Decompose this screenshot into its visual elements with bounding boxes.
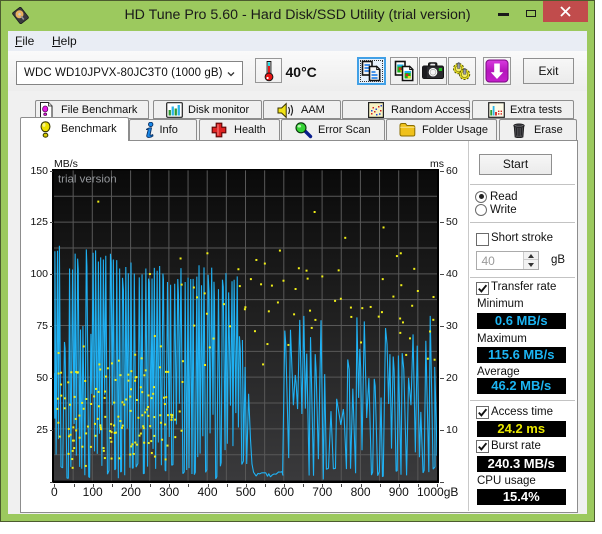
svg-text:trial version: trial version [58, 174, 117, 186]
